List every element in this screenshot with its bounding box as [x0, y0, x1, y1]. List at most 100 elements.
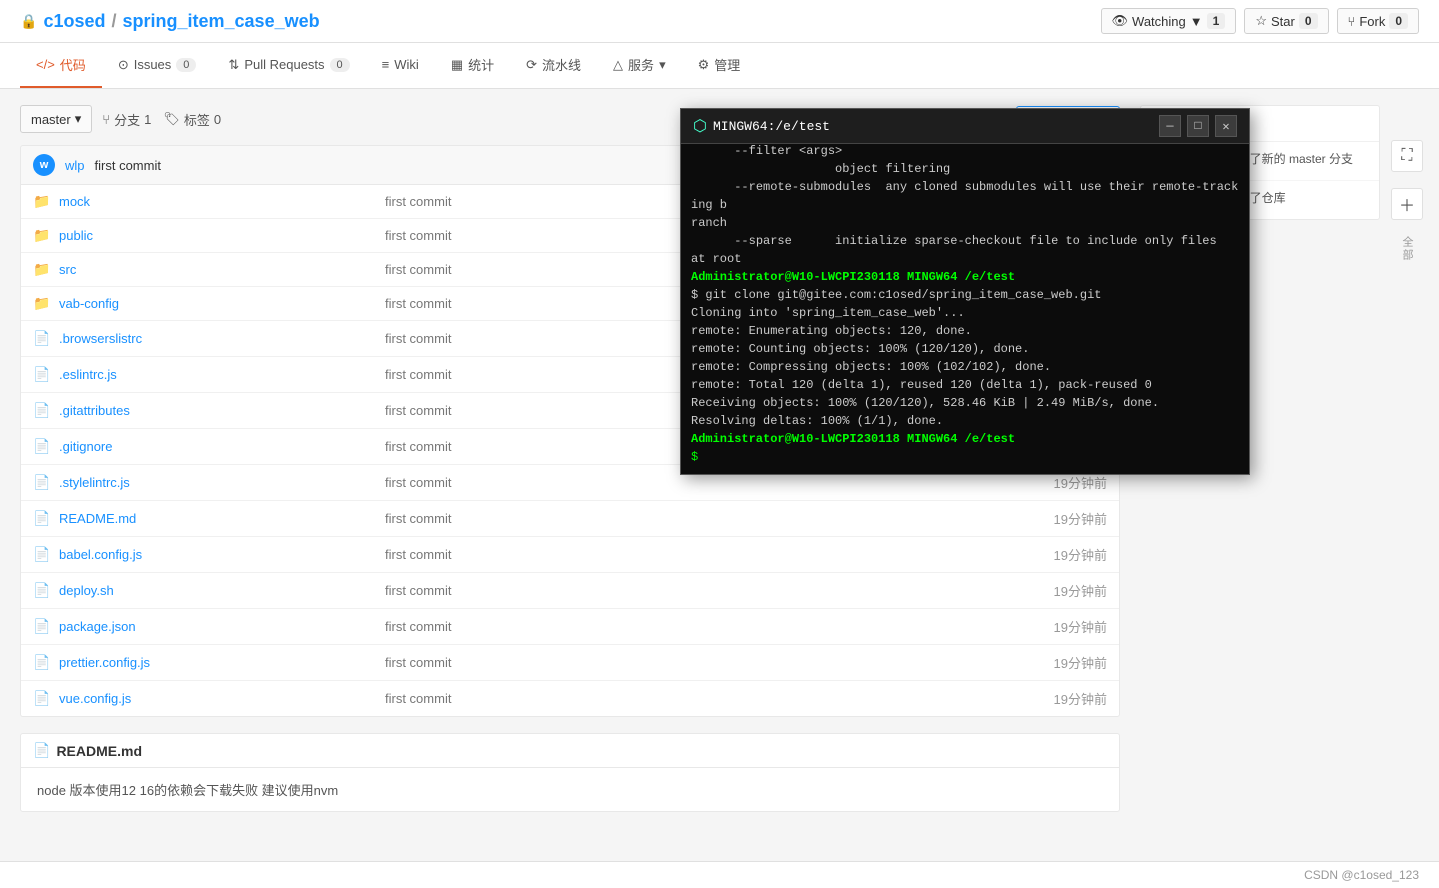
- star-button[interactable]: ☆ Star 0: [1244, 8, 1328, 34]
- file-name[interactable]: .eslintrc.js: [59, 367, 375, 382]
- expand-button[interactable]: ⛶: [1391, 140, 1423, 172]
- bottom-bar: CSDN @c1osed_123: [0, 861, 1439, 888]
- tags-label: 标签: [184, 110, 210, 129]
- tab-service[interactable]: △ 服务 ▾: [597, 43, 682, 88]
- star-icon: ☆: [1255, 13, 1267, 29]
- terminal-title-text: ⬡ MINGW64:/e/test: [693, 116, 830, 136]
- issues-badge: 0: [176, 58, 196, 72]
- file-time: 19分钟前: [1027, 617, 1107, 636]
- terminal-titlebar: ⬡ MINGW64:/e/test — □ ✕: [681, 109, 1249, 144]
- file-icon: 📄: [33, 366, 49, 383]
- pulls-icon: ⇅: [228, 57, 239, 73]
- terminal-minimize-button[interactable]: —: [1159, 115, 1181, 137]
- watch-count: 1: [1207, 13, 1226, 29]
- tab-manage[interactable]: ⚙ 管理: [682, 43, 757, 88]
- file-name[interactable]: README.md: [59, 511, 375, 526]
- file-name[interactable]: vab-config: [59, 296, 375, 311]
- nav-tabs: </> 代码 ⊙ Issues 0 ⇅ Pull Requests 0 ≡ Wi…: [0, 43, 1439, 89]
- readme-header: 📄 README.md: [21, 734, 1119, 768]
- file-name[interactable]: .gitattributes: [59, 403, 375, 418]
- file-commit: first commit: [385, 583, 1017, 598]
- file-name[interactable]: prettier.config.js: [59, 655, 375, 670]
- terminal-output-line: remote: Counting objects: 100% (120/120)…: [691, 340, 1239, 358]
- file-icon: 📄: [33, 402, 49, 419]
- file-name[interactable]: .stylelintrc.js: [59, 475, 375, 490]
- terminal-output-line: Cloning into 'spring_item_case_web'...: [691, 304, 1239, 322]
- tab-wiki[interactable]: ≡ Wiki: [366, 43, 435, 88]
- readme-body: node 版本使用12 16的依赖会下载失败 建议使用nvm: [21, 768, 1119, 811]
- star-label: Star: [1271, 14, 1295, 29]
- tags-info: 🏷 标签 0: [163, 110, 221, 129]
- file-time: 19分钟前: [1027, 545, 1107, 564]
- file-time: 19分钟前: [1027, 689, 1107, 708]
- tab-stats[interactable]: ▦ 统计: [435, 43, 510, 88]
- file-icon: 📄: [33, 690, 49, 707]
- repo-name[interactable]: spring_item_case_web: [123, 11, 320, 32]
- right-all-label: 全部: [1399, 236, 1415, 262]
- terminal-output-line: remote: Total 120 (delta 1), reused 120 …: [691, 376, 1239, 394]
- fork-count: 0: [1389, 13, 1408, 29]
- file-name[interactable]: public: [59, 228, 375, 243]
- add-button[interactable]: ＋: [1391, 188, 1423, 220]
- terminal-line: ranch: [691, 214, 1239, 232]
- wiki-icon: ≡: [382, 57, 390, 72]
- terminal-window[interactable]: ⬡ MINGW64:/e/test — □ ✕ set config insid…: [680, 108, 1250, 475]
- pipeline-icon: ⟳: [526, 57, 537, 73]
- tab-code[interactable]: </> 代码: [20, 43, 102, 88]
- tab-pulls[interactable]: ⇅ Pull Requests 0: [212, 43, 365, 88]
- file-time: 19分钟前: [1027, 653, 1107, 672]
- table-row: 📄deploy.shfirst commit19分钟前: [21, 573, 1119, 609]
- repo-sep: /: [111, 11, 116, 32]
- file-time: 19分钟前: [1027, 473, 1107, 492]
- terminal-maximize-button[interactable]: □: [1187, 115, 1209, 137]
- repo-owner[interactable]: c1osed: [43, 11, 105, 32]
- file-name[interactable]: package.json: [59, 619, 375, 634]
- branch-selector[interactable]: master ▾: [20, 105, 92, 133]
- terminal-close-button[interactable]: ✕: [1215, 115, 1237, 137]
- file-name[interactable]: src: [59, 262, 375, 277]
- file-name[interactable]: .gitignore: [59, 439, 375, 454]
- terminal-title-label: MINGW64:/e/test: [713, 119, 830, 134]
- file-name[interactable]: babel.config.js: [59, 547, 375, 562]
- pulls-badge: 0: [330, 58, 350, 72]
- terminal-cursor: $: [691, 448, 1239, 466]
- readme-content: node 版本使用12 16的依赖会下载失败 建议使用nvm: [37, 783, 338, 798]
- file-name[interactable]: mock: [59, 194, 375, 209]
- branch-dropdown-icon: ▾: [75, 111, 82, 127]
- terminal-line: object filtering: [691, 160, 1239, 178]
- watch-button[interactable]: 👁 Watching ▼ 1: [1101, 8, 1237, 34]
- star-count: 0: [1299, 13, 1318, 29]
- readme-title: README.md: [56, 743, 142, 759]
- terminal-output-line: remote: Enumerating objects: 120, done.: [691, 322, 1239, 340]
- file-commit: first commit: [385, 655, 1017, 670]
- fork-label: Fork: [1359, 14, 1385, 29]
- terminal-line: --sparse initialize sparse-checkout file…: [691, 232, 1239, 250]
- tab-pulls-label: Pull Requests: [244, 57, 324, 72]
- terminal-controls: — □ ✕: [1159, 115, 1237, 137]
- file-name[interactable]: .browserslistrc: [59, 331, 375, 346]
- file-commit: first commit: [385, 475, 1017, 490]
- tag-icon: 🏷: [163, 111, 180, 127]
- file-icon: 📄: [33, 438, 49, 455]
- branch-name: master: [31, 112, 71, 127]
- table-row: 📄package.jsonfirst commit19分钟前: [21, 609, 1119, 645]
- commit-message: first commit: [95, 158, 161, 173]
- tab-issues[interactable]: ⊙ Issues 0: [102, 43, 213, 88]
- folder-icon: 📁: [33, 193, 49, 210]
- tab-pipeline[interactable]: ⟳ 流水线: [510, 43, 597, 88]
- commit-author[interactable]: wlp: [65, 158, 85, 173]
- file-icon: 📄: [33, 654, 49, 671]
- top-actions: 👁 Watching ▼ 1 ☆ Star 0 ⑂ Fork 0: [1101, 8, 1419, 34]
- right-actions: ⛶ ＋ 全部: [1391, 140, 1423, 262]
- branch-meta: ⑂ 分支 1 🏷 标签 0: [102, 110, 221, 129]
- tab-service-label: 服务: [628, 55, 654, 74]
- terminal-line: at root: [691, 250, 1239, 268]
- file-name[interactable]: vue.config.js: [59, 691, 375, 706]
- terminal-body: set config inside the new repository --s…: [681, 144, 1249, 474]
- tab-wiki-label: Wiki: [394, 57, 419, 72]
- eye-icon: 👁: [1112, 13, 1129, 29]
- file-name[interactable]: deploy.sh: [59, 583, 375, 598]
- tags-count: 0: [214, 112, 221, 127]
- folder-icon: 📁: [33, 261, 49, 278]
- fork-button[interactable]: ⑂ Fork 0: [1337, 8, 1420, 34]
